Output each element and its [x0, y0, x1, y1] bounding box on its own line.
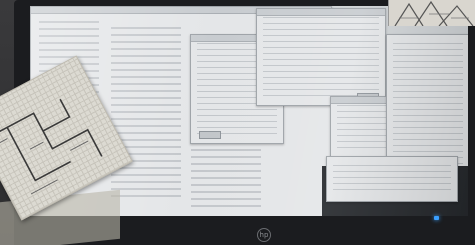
text-column — [111, 27, 181, 197]
dialog-titlebar — [257, 9, 385, 16]
bottom-window-content — [333, 165, 451, 195]
sketch-paper-top — [388, 0, 475, 26]
side-panel — [386, 34, 468, 176]
brand-logo: hp — [257, 228, 271, 242]
sketch-lines — [394, 0, 474, 26]
bottom-window — [326, 156, 458, 202]
dialog-button[interactable] — [199, 131, 221, 139]
photo-scene: hp — [0, 0, 475, 245]
side-panel-content — [393, 43, 463, 169]
dialog-window-2 — [256, 8, 386, 106]
power-led — [434, 216, 439, 220]
dialog-content — [263, 17, 379, 99]
